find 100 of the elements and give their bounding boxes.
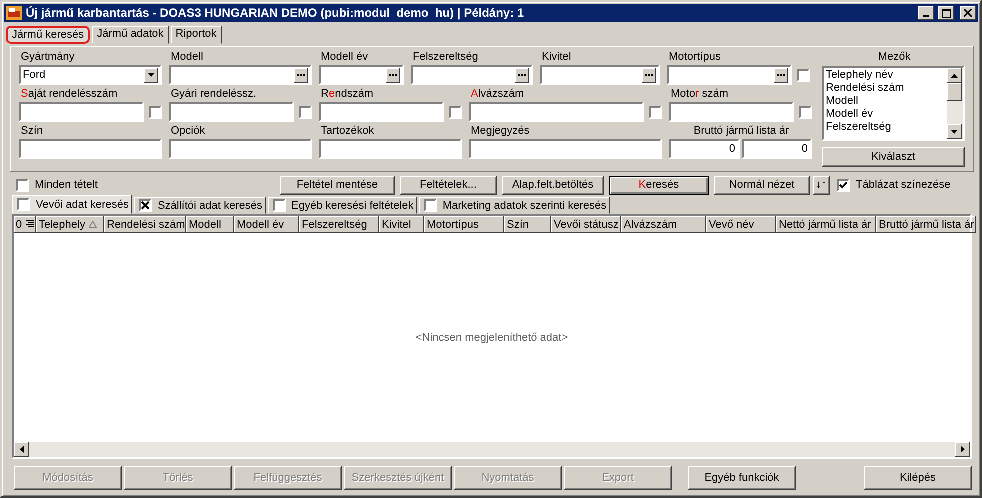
field-label: Saját rendelésszám	[20, 88, 119, 101]
ellipsis-icon[interactable]	[774, 68, 788, 82]
empty-message: <Nincsen megjeleníthető adat>	[416, 332, 568, 344]
checkbox[interactable]	[17, 198, 30, 211]
minimize-button[interactable]	[918, 6, 934, 20]
ellipsis-icon[interactable]	[294, 68, 308, 82]
field-label: Modell	[170, 51, 204, 64]
input-field[interactable]	[19, 139, 162, 159]
list-item[interactable]: Telephely név	[826, 69, 945, 82]
column-header[interactable]: Alvázszám	[621, 216, 706, 233]
scroll-right-button[interactable]	[955, 442, 970, 457]
input-field[interactable]	[469, 139, 662, 159]
toolbar-button[interactable]: Feltétel mentése	[280, 176, 395, 194]
checkbox[interactable]	[449, 106, 462, 118]
column-header[interactable]: Vevő név	[706, 216, 776, 233]
dropdown-field[interactable]: Ford	[19, 65, 162, 85]
field-label: Bruttó jármű lista ár	[692, 125, 790, 138]
ellipsis-icon[interactable]	[642, 68, 656, 82]
column-header[interactable]: Telephely	[36, 216, 104, 233]
lookup-field[interactable]	[169, 65, 312, 85]
checkbox[interactable]	[649, 106, 662, 118]
action-button[interactable]: Egyéb funkciók	[688, 466, 796, 490]
field-label: Felszereltség	[412, 51, 480, 64]
field-label: Gyári rendeléssz.	[170, 88, 258, 101]
scroll-up-button[interactable]	[947, 68, 962, 83]
list-item[interactable]: Modell	[826, 95, 945, 108]
scroll-thumb[interactable]	[947, 83, 962, 101]
column-header[interactable]: Motortípus	[424, 216, 504, 233]
list-item[interactable]: Felszereltség	[826, 121, 945, 134]
checkbox[interactable]	[138, 199, 152, 212]
scroll-down-button[interactable]	[947, 124, 962, 139]
sort-icon	[89, 221, 98, 228]
select-button[interactable]: Kiválaszt	[822, 147, 965, 167]
maximize-icon	[942, 8, 950, 18]
ellipsis-icon[interactable]	[386, 68, 400, 82]
number-field[interactable]: 0	[669, 139, 740, 159]
number-field[interactable]: 0	[742, 139, 812, 159]
column-header[interactable]: Vevői státusz	[551, 216, 621, 233]
ellipsis-icon[interactable]	[515, 68, 529, 82]
field-label: Tartozékok	[320, 125, 376, 138]
tab-label: Szállítói adat keresés	[158, 200, 263, 212]
down-arrow-icon	[951, 130, 958, 134]
list-item[interactable]: Rendelési szám	[826, 82, 945, 95]
toolbar-button[interactable]: Keresés	[608, 176, 709, 194]
lookup-field[interactable]	[540, 65, 660, 85]
checkbox-label: Táblázat színezése	[856, 179, 951, 191]
field-label: Megjegyzés	[470, 125, 531, 138]
tab[interactable]: Jármű keresés	[6, 26, 90, 44]
column-header[interactable]: Nettó jármű lista ár	[776, 216, 876, 233]
input-field[interactable]	[319, 139, 462, 159]
field-label: Kivitel	[541, 51, 572, 64]
column-header[interactable]: Felszereltség	[299, 216, 379, 233]
maximize-button[interactable]	[938, 6, 954, 20]
column-header[interactable]: Rendelési szám	[104, 216, 186, 233]
tab[interactable]: Vevői adat keresés	[12, 195, 132, 214]
tab[interactable]: Riportok	[170, 26, 222, 44]
input-field[interactable]	[19, 102, 144, 122]
checkbox[interactable]	[16, 178, 29, 192]
toolbar-button[interactable]: Feltételek...	[400, 176, 497, 194]
close-button[interactable]	[960, 6, 976, 20]
column-header[interactable]: Szín	[504, 216, 551, 233]
input-field[interactable]	[319, 102, 444, 122]
tab-label: Vevői adat keresés	[36, 198, 129, 210]
lookup-field[interactable]	[667, 65, 792, 85]
list-item[interactable]: Modell év	[826, 108, 945, 121]
toolbar-button[interactable]: Alap.felt.betöltés	[502, 176, 604, 194]
checkbox[interactable]	[797, 68, 810, 82]
tab[interactable]: Jármű adatok	[92, 26, 169, 44]
tab-label: Marketing adatok szerinti keresés	[442, 200, 607, 212]
checkbox[interactable]	[299, 106, 312, 118]
lookup-field[interactable]	[411, 65, 533, 85]
action-button[interactable]: Kilépés	[864, 466, 972, 490]
fields-listbox[interactable]: Telephely név Rendelési szám Modell Modell év Felszereltség	[822, 66, 965, 141]
checkbox[interactable]	[272, 199, 286, 212]
checkbox[interactable]	[799, 106, 812, 118]
sort-button[interactable]: ↓↑	[812, 176, 830, 194]
input-field[interactable]	[169, 139, 312, 159]
toolbar-button[interactable]: Normál nézet	[714, 176, 810, 194]
field-label: Modell év	[320, 51, 370, 64]
input-field[interactable]	[169, 102, 294, 122]
close-icon	[964, 9, 972, 17]
lookup-field[interactable]	[319, 65, 404, 85]
column-header[interactable]: Bruttó jármű lista ár	[876, 216, 976, 233]
column-header[interactable]: Kivitel	[379, 216, 424, 233]
checkbox[interactable]	[424, 199, 437, 212]
checkbox-label: Minden tételt	[35, 179, 98, 191]
column-header[interactable]: Modell	[186, 216, 234, 233]
input-field[interactable]	[669, 102, 794, 122]
list-title: Mezők	[877, 51, 912, 64]
checkbox[interactable]	[149, 106, 162, 118]
column-header[interactable]: Modell év	[234, 216, 299, 233]
field-label: Gyártmány	[20, 51, 76, 64]
left-arrow-icon	[20, 446, 24, 453]
input-field[interactable]	[469, 102, 644, 122]
field-label: Rendszám	[320, 88, 375, 101]
window-title: Új jármű karbantartás - DOAS3 HUNGARIAN DEMO (pubi:modul_demo_hu) | Példány: 1	[26, 6, 526, 20]
column-header[interactable]: 0	[14, 216, 36, 233]
scroll-left-button[interactable]	[14, 442, 29, 457]
checkbox[interactable]	[836, 178, 850, 192]
right-arrow-icon	[960, 446, 964, 453]
